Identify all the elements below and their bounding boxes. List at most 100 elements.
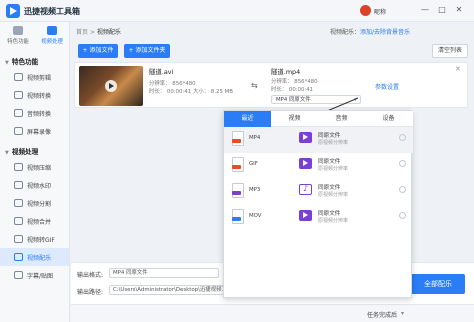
watermark-icon [14, 181, 23, 189]
sidebar-item-music[interactable]: 视频配乐 [0, 248, 69, 266]
sidebar-item-video-convert[interactable]: 视频转换 [0, 86, 69, 104]
format-radio[interactable] [399, 134, 406, 141]
file-row: 隧道.avi 分辨率： 856*480 时长： 00:00:41 大小： 8.2… [74, 62, 468, 108]
convert-icon [14, 91, 23, 99]
sidebar-tabs: 特色功能 视频处理 [0, 22, 70, 48]
add-folder-button[interactable]: + 添加文件夹 [124, 44, 170, 58]
tab-video-processing-label: 视频处理 [41, 39, 63, 45]
caret-down-icon: ▼ [5, 60, 9, 66]
maximize-button[interactable]: □ [437, 5, 447, 15]
format-ext: MOV [249, 213, 262, 219]
chevron-down-icon[interactable]: ▾ [401, 310, 404, 317]
video-icon [47, 26, 57, 35]
feature-hint: 视频配乐：添加/去除背景音乐 [330, 27, 410, 36]
section-featured[interactable]: ▼ 特色功能 [5, 56, 38, 66]
audio-icon [14, 109, 23, 117]
tab-device[interactable]: 设备 [365, 111, 412, 127]
sidebar-item-screen-record[interactable]: 屏幕录像 [0, 122, 69, 140]
close-window-button[interactable]: ✕ [454, 5, 464, 15]
breadcrumb: 首页 > 视频配乐 [76, 27, 121, 36]
title-bar: 迅捷视频工具箱 昵称 — □ ✕ [0, 0, 474, 22]
mp4-file-icon [232, 131, 244, 146]
source-file-name: 隧道.avi [149, 68, 174, 76]
mov-file-icon [232, 209, 244, 224]
target-duration: 时长： 00:00:41 [271, 87, 314, 93]
sidebar-item-audio-convert[interactable]: 音频转换 [0, 104, 69, 122]
format-ext: MP3 [249, 187, 261, 193]
settings-link[interactable]: 参数设置 [375, 82, 399, 91]
play-icon[interactable] [105, 80, 117, 92]
app-title: 迅捷视频工具箱 [24, 7, 80, 16]
feature-hint-prefix: 视频配乐： [330, 29, 361, 36]
add-file-button[interactable]: + 添加文件 [78, 44, 118, 58]
music-quality-icon [299, 184, 312, 195]
remove-file-icon[interactable]: ✕ [455, 65, 461, 73]
clear-list-button[interactable]: 清空列表 [432, 44, 468, 58]
sidebar-item-label: 视频分割 [27, 201, 52, 208]
format-quality-sub: 原视频分辨率 [318, 192, 349, 198]
video-thumbnail[interactable] [79, 66, 143, 106]
user-avatar[interactable] [360, 5, 371, 16]
tab-recent[interactable]: 最近 [224, 111, 271, 127]
sidebar: 特色功能 视频处理 ▼ 特色功能 视频剪辑 视频转换 音频转换 屏幕录像 ▼ 视频处… [0, 22, 70, 322]
star-icon [13, 26, 23, 35]
minimize-button[interactable]: — [420, 5, 430, 15]
output-format-field[interactable]: MP4 同原文件 [109, 268, 219, 278]
section-video-processing-title: 视频处理 [11, 148, 39, 156]
caret-down-icon: ▼ [5, 150, 9, 156]
format-item-mov[interactable]: MOV 同原文件 原视频分辨率 [224, 205, 413, 231]
format-quality: 同原文件 [318, 185, 341, 191]
sidebar-item-label: 视频合并 [27, 219, 52, 226]
task-done-label[interactable]: 任务完成后 [367, 310, 397, 319]
format-radio[interactable] [399, 212, 406, 219]
sidebar-item-video-edit[interactable]: 视频剪辑 [0, 68, 69, 86]
format-radio[interactable] [399, 160, 406, 167]
source-duration: 时长： 00:00:41 [149, 89, 192, 95]
scissors-icon [14, 73, 23, 81]
sidebar-item-label: 字幕/贴图 [27, 273, 54, 280]
sidebar-item-watermark[interactable]: 视频水印 [0, 176, 69, 194]
tab-featured[interactable]: 特色功能 [2, 24, 34, 46]
format-tabs: 最近 视频 音频 设备 [224, 111, 413, 127]
source-resolution: 分辨率： 856*480 [149, 81, 196, 87]
merge-icon [14, 217, 23, 225]
feature-hint-link: 添加/去除背景音乐 [360, 29, 411, 36]
format-item-mp4[interactable]: MP4 同原文件 原视频分辨率 [224, 127, 413, 153]
sidebar-item-subtitle[interactable]: 字幕/贴图 [0, 266, 69, 284]
sidebar-item-split[interactable]: 视频分割 [0, 194, 69, 212]
sidebar-item-label: 视频转换 [27, 93, 52, 100]
target-file-name: 隧道.mp4 [271, 68, 301, 76]
compress-icon [14, 163, 23, 171]
format-quality-sub: 原视频分辨率 [318, 166, 349, 172]
subtitle-icon [14, 271, 23, 279]
sidebar-item-label: 视频配乐 [27, 255, 52, 262]
split-icon [14, 199, 23, 207]
sidebar-item-to-gif[interactable]: 视频转GIF [0, 230, 69, 248]
tab-featured-label: 特色功能 [7, 39, 29, 45]
format-item-mp3[interactable]: MP3 同原文件 原视频分辨率 [224, 179, 413, 205]
tab-audio[interactable]: 音频 [318, 111, 365, 127]
sidebar-item-compress[interactable]: 视频压缩 [0, 158, 69, 176]
tab-video[interactable]: 视频 [271, 111, 318, 127]
sidebar-item-merge[interactable]: 视频合并 [0, 212, 69, 230]
format-quality-sub: 原视频分辨率 [318, 218, 349, 224]
format-ext: GIF [249, 161, 258, 167]
source-size: 大小： 8.25 MB [193, 89, 233, 95]
format-ext: MP4 [249, 135, 261, 141]
convert-all-button[interactable]: 全部配乐 [411, 274, 465, 294]
format-item-gif[interactable]: GIF 同原文件 原视频分辨率 [224, 153, 413, 179]
convert-arrow-icon: ⇆ [251, 81, 258, 90]
breadcrumb-home[interactable]: 首页 [76, 29, 88, 36]
video-quality-icon [299, 210, 312, 221]
music-icon [14, 253, 23, 261]
mp3-file-icon [232, 183, 244, 198]
format-radio[interactable] [399, 186, 406, 193]
breadcrumb-separator: > [89, 29, 95, 36]
video-quality-icon [299, 132, 312, 143]
user-name[interactable]: 昵称 [374, 7, 386, 16]
gif-icon [14, 235, 23, 243]
sidebar-item-label: 音频转换 [27, 111, 52, 118]
tab-video-processing[interactable]: 视频处理 [36, 24, 68, 46]
section-video-processing[interactable]: ▼ 视频处理 [5, 146, 38, 156]
gif-file-icon [232, 157, 244, 172]
